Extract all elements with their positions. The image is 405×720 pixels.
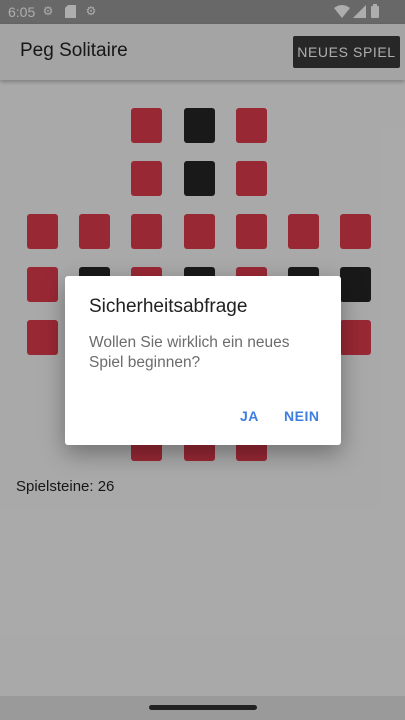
yes-button[interactable]: JA: [240, 408, 259, 424]
dialog-message: Wollen Sie wirklich ein neues Spiel begi…: [89, 334, 290, 371]
navigation-bar: [0, 696, 405, 720]
confirm-dialog: Sicherheitsabfrage Wollen Sie wirklich e…: [65, 276, 341, 445]
app-screen: 6:05 ⚙ ⚙ Peg Solitaire NEUES SPIEL Spiel…: [0, 0, 405, 720]
no-button[interactable]: NEIN: [284, 408, 319, 424]
dialog-title: Sicherheitsabfrage: [89, 296, 248, 317]
home-gesture-handle[interactable]: [149, 705, 257, 710]
